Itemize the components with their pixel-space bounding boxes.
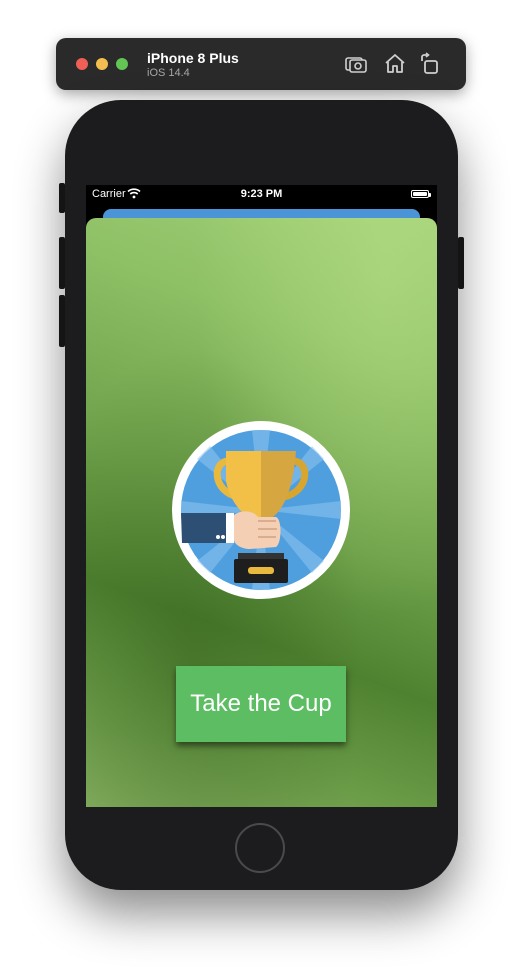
modal-sheet: Take the Cup	[86, 218, 437, 807]
simulator-titlebar: iPhone 8 Plus iOS 14.4	[56, 38, 466, 90]
battery-tip	[429, 193, 431, 197]
status-time: 9:23 PM	[240, 188, 283, 200]
minimize-window-button[interactable]	[96, 58, 108, 70]
rotate-button[interactable]	[418, 52, 442, 76]
volume-up-button	[59, 237, 65, 289]
device-screen: Carrier 9:23 PM Take the Cup	[86, 185, 437, 807]
mute-switch	[59, 183, 65, 213]
device-os-version: iOS 14.4	[147, 67, 190, 79]
iphone-device: Carrier 9:23 PM Take the Cup	[59, 100, 464, 890]
zoom-window-button[interactable]	[116, 58, 128, 70]
status-bar: Carrier 9:23 PM	[86, 185, 437, 205]
screenshot-icon	[345, 57, 367, 73]
rotate-icon	[421, 52, 438, 74]
volume-down-button	[59, 295, 65, 347]
trophy-in-hand-icon	[172, 421, 350, 599]
device-name: iPhone 8 Plus	[147, 50, 239, 66]
device-home-button[interactable]	[235, 823, 285, 873]
battery-icon	[411, 190, 429, 198]
screenshot-button[interactable]	[344, 52, 368, 76]
close-window-button[interactable]	[76, 58, 88, 70]
home-toolbar-button[interactable]	[383, 52, 407, 76]
power-button	[458, 237, 464, 289]
home-icon	[385, 54, 405, 73]
take-the-cup-button[interactable]: Take the Cup	[176, 666, 346, 742]
